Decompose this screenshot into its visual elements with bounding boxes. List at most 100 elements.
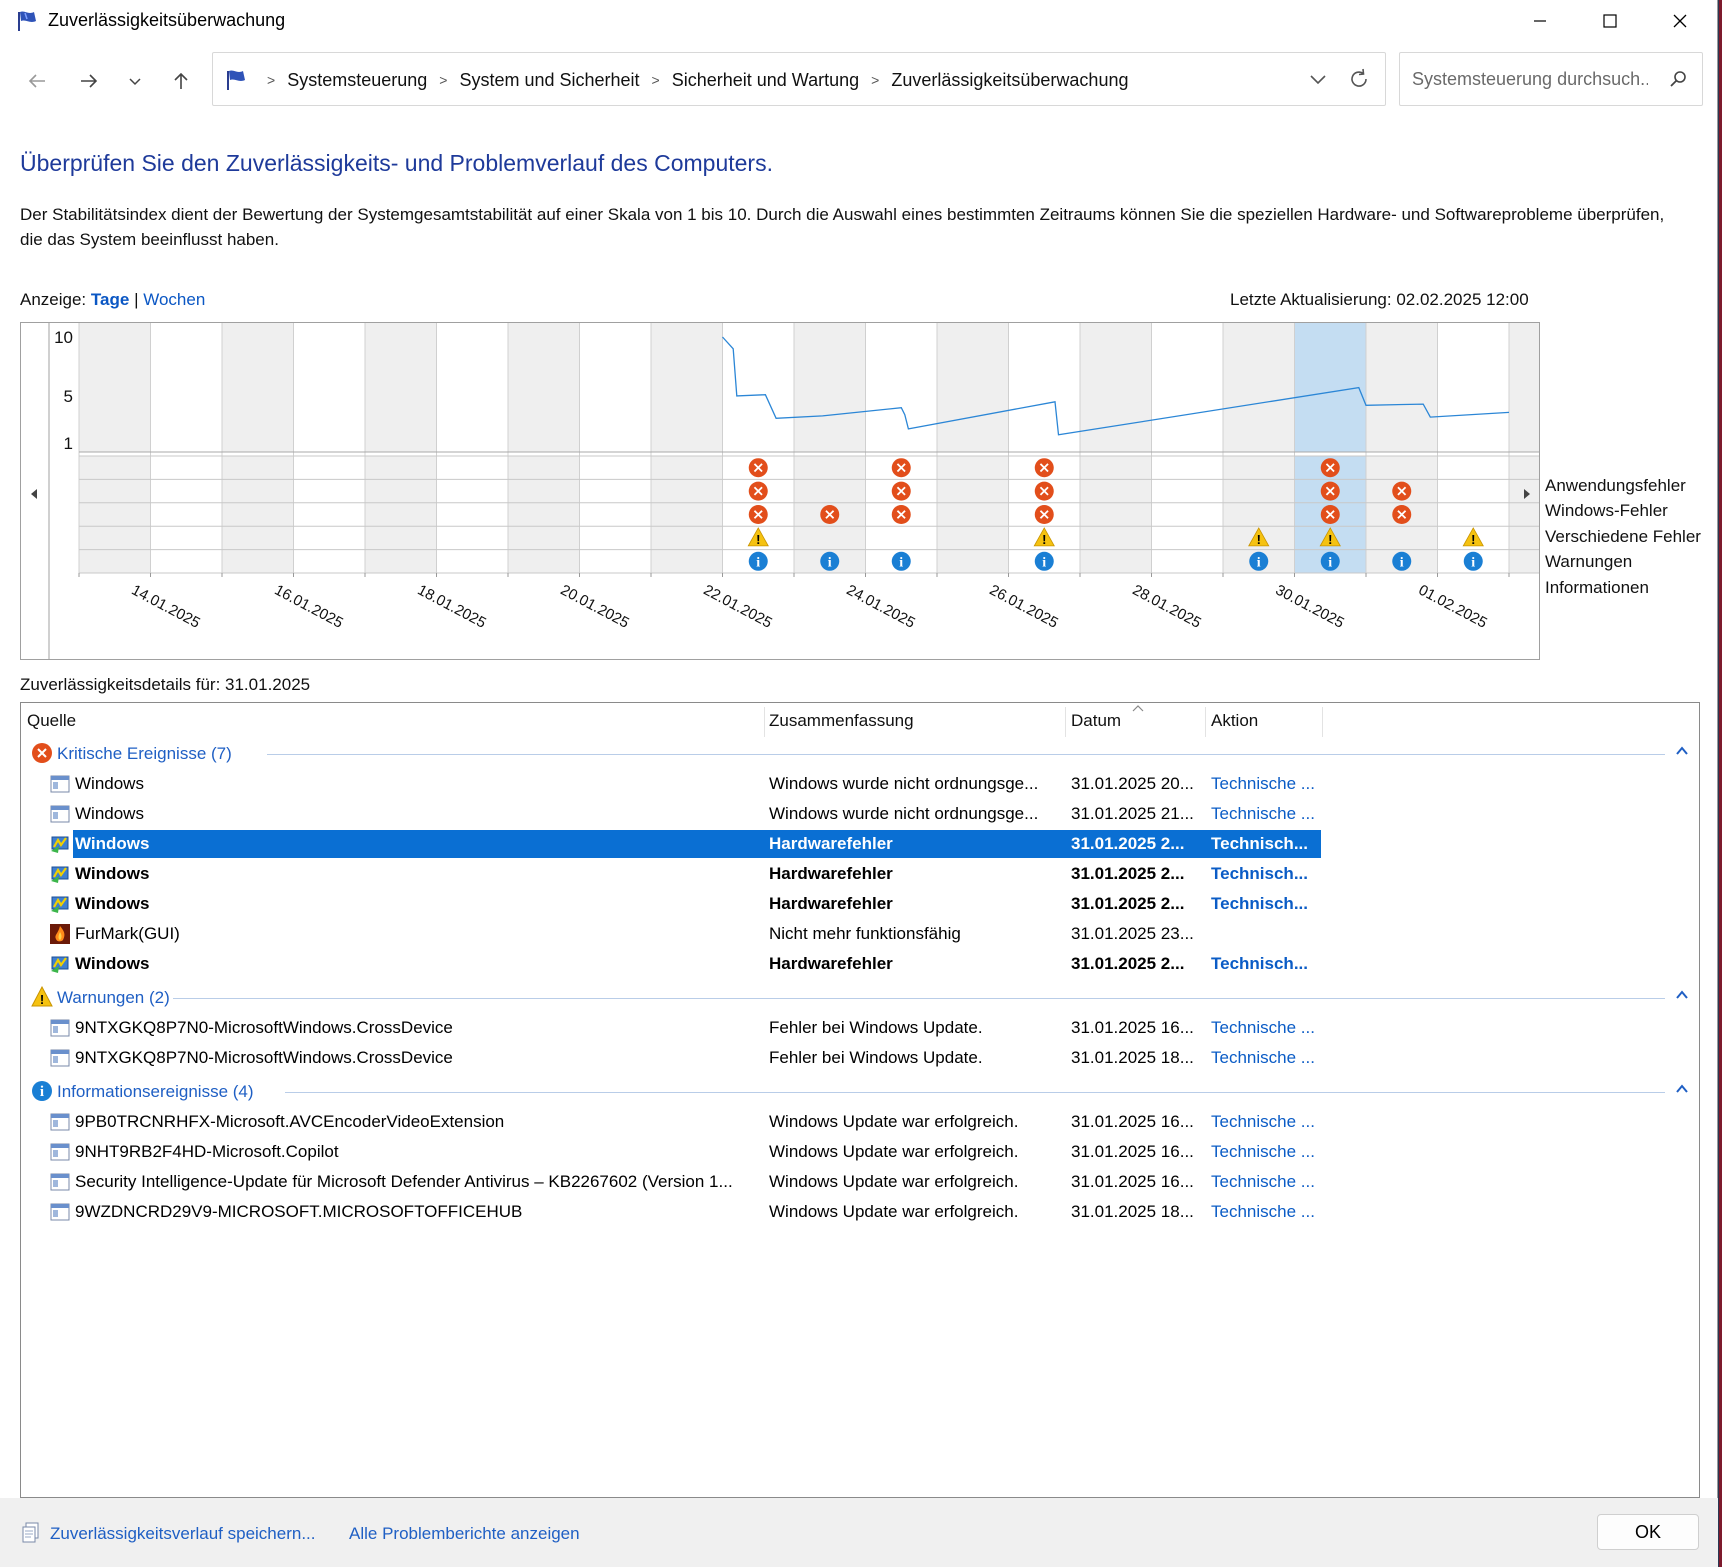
chevron-right-icon[interactable]: > (871, 72, 879, 88)
day-column-events[interactable] (79, 456, 151, 573)
ok-button[interactable]: OK (1597, 1514, 1699, 1550)
chevron-right-icon[interactable]: > (439, 72, 447, 88)
address-dropdown-icon[interactable] (1307, 68, 1329, 90)
breadcrumb-item-current[interactable]: Zuverlässigkeitsüberwachung (891, 70, 1128, 91)
chevron-up-icon[interactable] (1675, 744, 1689, 763)
column-header-datum[interactable]: Datum (1071, 711, 1121, 731)
day-column-graph[interactable] (1509, 323, 1581, 452)
day-column-events[interactable] (1151, 456, 1224, 573)
back-button[interactable] (20, 64, 54, 98)
breadcrumb-item-system-sicherheit[interactable]: System und Sicherheit (459, 70, 639, 91)
day-column-events[interactable] (1509, 456, 1581, 573)
cell-action-link[interactable]: Technisch... (1211, 864, 1321, 884)
table-row[interactable]: 9NTXGKQ8P7N0-MicrosoftWindows.CrossDevic… (21, 1013, 1321, 1043)
breadcrumb-item-sicherheit-wartung[interactable]: Sicherheit und Wartung (672, 70, 859, 91)
day-column-graph[interactable] (722, 323, 795, 452)
day-column-events[interactable] (937, 456, 1009, 573)
column-header-quelle[interactable]: Quelle (27, 711, 76, 731)
search-input[interactable] (1410, 66, 1650, 92)
recent-locations-button[interactable] (118, 64, 152, 98)
table-row[interactable]: 9PB0TRCNRHFX-Microsoft.AVCEncoderVideoEx… (21, 1107, 1321, 1137)
search-box[interactable] (1399, 52, 1703, 106)
cell-action-link[interactable]: Technische ... (1211, 1142, 1321, 1162)
stability-chart[interactable]: 10 5 1!!!!! i i i i i i i i 14.01.2025 16.01.2025 18.… (20, 322, 1581, 660)
day-column-events[interactable] (579, 456, 652, 573)
day-column-events[interactable] (365, 456, 437, 573)
all-problem-reports-link[interactable]: Alle Problemberichte anzeigen (349, 1524, 580, 1544)
day-column-graph[interactable] (436, 323, 509, 452)
cell-action-link[interactable]: Technische ... (1211, 804, 1321, 824)
day-column-graph[interactable] (937, 323, 1009, 452)
group-header[interactable]: ! Warnungen (2) (21, 983, 1699, 1013)
table-row[interactable]: Windows Hardwarefehler 31.01.2025 2... Tech… (21, 889, 1321, 919)
day-column-events[interactable] (222, 456, 294, 573)
day-column-events[interactable] (436, 456, 509, 573)
table-row[interactable]: Windows Hardwarefehler 31.01.2025 2... Tech… (21, 949, 1321, 979)
column-divider[interactable] (1205, 707, 1206, 737)
group-label[interactable]: Warnungen (2) (57, 988, 170, 1008)
group-label[interactable]: Informationsereignisse (4) (57, 1082, 254, 1102)
day-column-graph[interactable] (1080, 323, 1152, 452)
day-column-events[interactable] (508, 456, 580, 573)
day-column-graph[interactable] (865, 323, 938, 452)
table-row[interactable]: Windows Hardwarefehler 31.01.2025 2... Tech… (21, 829, 1321, 859)
day-column-graph[interactable] (1437, 323, 1510, 452)
day-column-graph[interactable] (794, 323, 866, 452)
day-column-events[interactable] (1080, 456, 1152, 573)
table-row[interactable]: Windows Windows wurde nicht ordnungsge...… (21, 769, 1321, 799)
forward-button[interactable] (72, 64, 106, 98)
day-column-graph[interactable] (222, 323, 294, 452)
save-history-link[interactable]: Zuverlässigkeitsverlauf speichern... (50, 1524, 316, 1544)
view-weeks-link[interactable]: Wochen (143, 290, 205, 309)
day-column-graph[interactable] (1223, 323, 1295, 452)
group-label[interactable]: Kritische Ereignisse (7) (57, 744, 232, 764)
table-row[interactable]: 9NHT9RB2F4HD-Microsoft.Copilot Windows Up… (21, 1137, 1321, 1167)
scroll-left-icon[interactable] (31, 489, 37, 499)
cell-action-link[interactable]: Technische ... (1211, 1018, 1321, 1038)
chevron-up-icon[interactable] (1675, 1082, 1689, 1101)
day-column-events[interactable] (293, 456, 366, 573)
cell-action-link[interactable]: Technisch... (1211, 834, 1321, 854)
chevron-right-icon[interactable]: > (652, 72, 660, 88)
cell-action-link[interactable]: Technische ... (1211, 1112, 1321, 1132)
breadcrumb-item-systemsteuerung[interactable]: Systemsteuerung (287, 70, 427, 91)
up-button[interactable] (164, 64, 198, 98)
cell-action-link[interactable]: Technische ... (1211, 1048, 1321, 1068)
address-bar[interactable]: > Systemsteuerung > System und Sicherhei… (212, 52, 1386, 106)
maximize-button[interactable] (1575, 0, 1645, 42)
column-divider[interactable] (764, 707, 765, 737)
cell-action-link[interactable]: Technisch... (1211, 954, 1321, 974)
chevron-up-icon[interactable] (1675, 988, 1689, 1007)
table-row[interactable]: Windows Windows wurde nicht ordnungsge...… (21, 799, 1321, 829)
search-icon[interactable] (1668, 69, 1688, 89)
table-row[interactable]: Security Intelligence-Update für Microso… (21, 1167, 1321, 1197)
day-column-graph[interactable] (651, 323, 723, 452)
stability-chart-svg[interactable]: 10 5 1!!!! ! i i i i i i i i 14.01.2025 16.01.2025 18.… (21, 323, 1581, 659)
cell-action-link[interactable]: Technische ... (1211, 1172, 1321, 1192)
day-column-graph[interactable] (293, 323, 366, 452)
day-column-events[interactable] (150, 456, 223, 573)
day-column-graph[interactable] (1366, 323, 1438, 452)
day-column-graph[interactable] (150, 323, 223, 452)
column-divider[interactable] (1065, 707, 1066, 737)
view-days-link[interactable]: Tage (91, 290, 129, 309)
day-column-graph[interactable] (79, 323, 151, 452)
group-header[interactable]: Kritische Ereignisse (7) (21, 739, 1699, 769)
table-row[interactable]: 9NTXGKQ8P7N0-MicrosoftWindows.CrossDevic… (21, 1043, 1321, 1073)
minimize-button[interactable] (1505, 0, 1575, 42)
column-header-aktion[interactable]: Aktion (1211, 711, 1258, 731)
day-column-events[interactable] (651, 456, 723, 573)
day-column-graph[interactable] (365, 323, 437, 452)
column-header-zusammenfassung[interactable]: Zusammenfassung (769, 711, 914, 731)
cell-action-link[interactable]: Technische ... (1211, 774, 1321, 794)
table-row[interactable]: 9WZDNCRD29V9-MICROSOFT.MICROSOFTOFFICEHU… (21, 1197, 1321, 1227)
table-row[interactable]: FurMark(GUI) Nicht mehr funktionsfähig 31.… (21, 919, 1321, 949)
table-row[interactable]: Windows Hardwarefehler 31.01.2025 2... Tech… (21, 859, 1321, 889)
day-column-graph[interactable] (579, 323, 652, 452)
column-divider[interactable] (1322, 707, 1323, 737)
cell-action-link[interactable]: Technische ... (1211, 1202, 1321, 1222)
close-button[interactable] (1645, 0, 1715, 42)
cell-action-link[interactable]: Technisch... (1211, 894, 1321, 914)
group-header[interactable]: i Informationsereignisse (4) (21, 1077, 1699, 1107)
refresh-icon[interactable] (1347, 67, 1371, 91)
